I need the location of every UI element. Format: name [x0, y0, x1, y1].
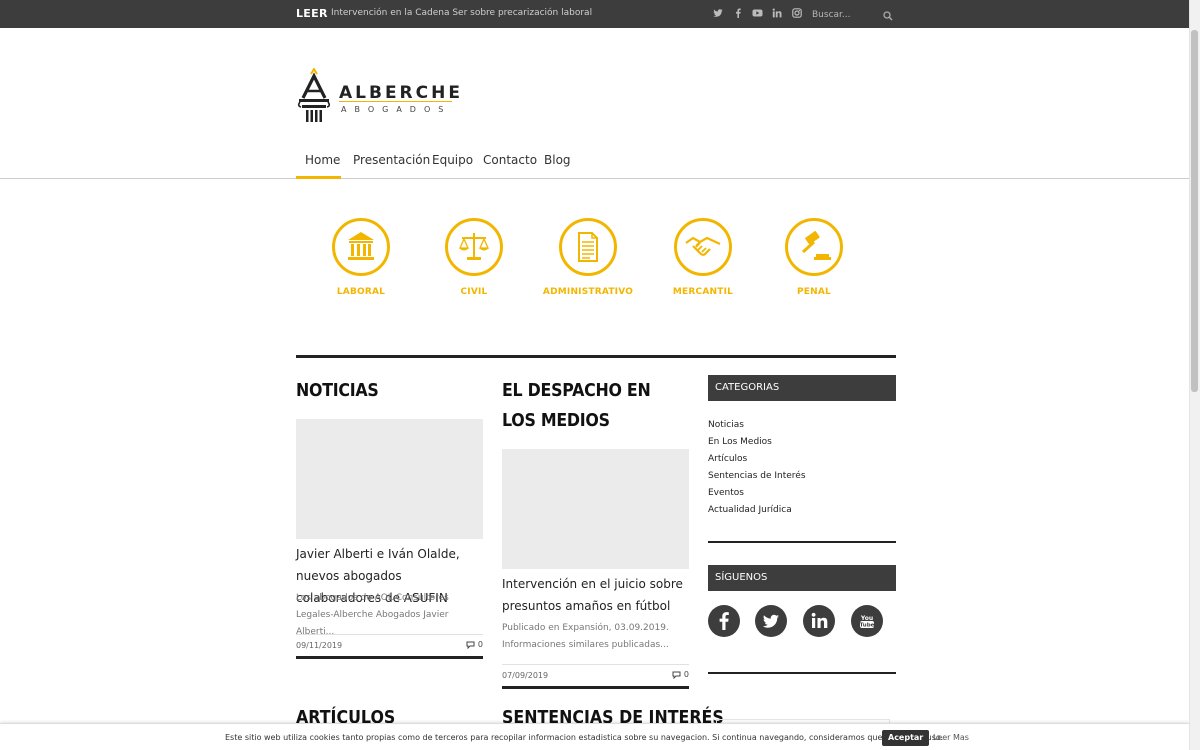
category-item[interactable]: Eventos: [708, 485, 806, 502]
post-date: 09/11/2019: [296, 641, 343, 650]
area-label: CIVIL: [460, 287, 488, 297]
sidebar-divider: [708, 672, 896, 674]
comment-icon: [466, 641, 475, 649]
facebook-icon[interactable]: [732, 8, 744, 20]
category-item[interactable]: Artículos: [708, 451, 806, 468]
logo-mark-icon: [297, 68, 331, 122]
gavel-icon: [785, 218, 843, 276]
category-item[interactable]: Sentencias de Interés: [708, 468, 806, 485]
youtube-icon[interactable]: You Tube: [851, 605, 883, 637]
nav-item-contacto[interactable]: Contacto: [483, 153, 537, 167]
area-administrativo[interactable]: ADMINISTRATIVO: [533, 215, 643, 297]
main-nav: Home Presentación Equipo Contacto Blog: [0, 144, 1189, 179]
cookie-bar: Este sitio web utiliza cookies tanto pro…: [0, 723, 1189, 750]
read-more-link[interactable]: Leer Mas: [933, 733, 969, 742]
medios-post-thumbnail[interactable]: [502, 449, 689, 569]
category-item[interactable]: Actualidad Jurídica: [708, 502, 806, 519]
area-civil[interactable]: CIVIL: [419, 215, 529, 297]
site-logo[interactable]: ALBERCHE ABOGADOS: [296, 68, 466, 126]
linkedin-icon[interactable]: [803, 605, 835, 637]
medios-post-title[interactable]: Intervención en el juicio sobre presunto…: [502, 573, 689, 617]
logo-brand-text: ALBERCHE: [339, 83, 463, 103]
area-penal[interactable]: PENAL: [759, 215, 869, 297]
noticias-bottom-rule: [296, 656, 483, 659]
ticker-label: LEER: [296, 7, 328, 20]
scales-icon: [445, 218, 503, 276]
noticias-post-meta: 09/11/2019 0: [296, 634, 483, 658]
nav-item-home[interactable]: Home: [305, 153, 340, 167]
comment-count: 0: [683, 670, 689, 679]
facebook-icon[interactable]: [708, 605, 740, 637]
nav-item-equipo[interactable]: Equipo: [432, 153, 473, 167]
ticker-link[interactable]: Intervención en la Cadena Ser sobre prec…: [331, 8, 592, 18]
noticias-title[interactable]: NOTICIAS: [296, 376, 472, 406]
logo-subtitle: ABOGADOS: [341, 105, 452, 114]
area-label: MERCANTIL: [672, 287, 734, 297]
section-divider: [296, 355, 896, 358]
document-icon: [559, 218, 617, 276]
search-box: [806, 4, 898, 25]
categories-list: Noticias En Los Medios Artículos Sentenc…: [708, 417, 806, 519]
nav-item-presentacion[interactable]: Presentación: [353, 153, 430, 167]
follow-widget-title: SÍGUENOS: [708, 565, 896, 591]
scrollbar-thumb[interactable]: [1191, 30, 1198, 392]
comment-count: 0: [477, 640, 483, 649]
bank-icon: [332, 218, 390, 276]
area-label: ADMINISTRATIVO: [542, 287, 634, 297]
linkedin-icon[interactable]: [771, 8, 783, 20]
cookie-message: Este sitio web utiliza cookies tanto pro…: [225, 733, 944, 742]
area-laboral[interactable]: LABORAL: [306, 215, 416, 297]
medios-bottom-rule: [502, 686, 689, 689]
post-date: 07/09/2019: [502, 671, 549, 680]
noticias-post-thumbnail[interactable]: [296, 419, 483, 539]
svg-text:You: You: [860, 615, 873, 622]
nav-item-blog[interactable]: Blog: [544, 153, 571, 167]
area-label: LABORAL: [336, 287, 386, 297]
categories-widget-title: CATEGORIAS: [708, 375, 896, 401]
area-label: PENAL: [797, 287, 831, 297]
comment-icon: [672, 671, 681, 679]
medios-post-meta: 07/09/2019 0: [502, 664, 689, 688]
instagram-icon[interactable]: [791, 8, 803, 20]
handshake-icon: [674, 218, 732, 276]
search-icon[interactable]: [883, 8, 895, 21]
medios-post-excerpt: Publicado en Expansión, 03.09.2019. Info…: [502, 623, 669, 650]
area-mercantil[interactable]: MERCANTIL: [648, 215, 758, 297]
nav-active-indicator: [296, 176, 341, 179]
twitter-icon[interactable]: [755, 605, 787, 637]
svg-text:Tube: Tube: [860, 623, 875, 629]
accept-cookies-button[interactable]: Aceptar: [882, 730, 930, 746]
top-bar: LEER Intervención en la Cadena Ser sobre…: [0, 0, 1200, 28]
category-item[interactable]: Noticias: [708, 417, 806, 434]
youtube-icon[interactable]: [751, 8, 763, 20]
medios-title[interactable]: EL DESPACHO EN LOS MEDIOS: [502, 376, 682, 436]
post-comments[interactable]: 0: [672, 670, 689, 679]
category-item[interactable]: En Los Medios: [708, 434, 806, 451]
logo-rule: [339, 101, 452, 102]
sidebar-divider: [708, 541, 896, 543]
twitter-icon[interactable]: [712, 8, 724, 20]
post-comments[interactable]: 0: [466, 640, 483, 649]
